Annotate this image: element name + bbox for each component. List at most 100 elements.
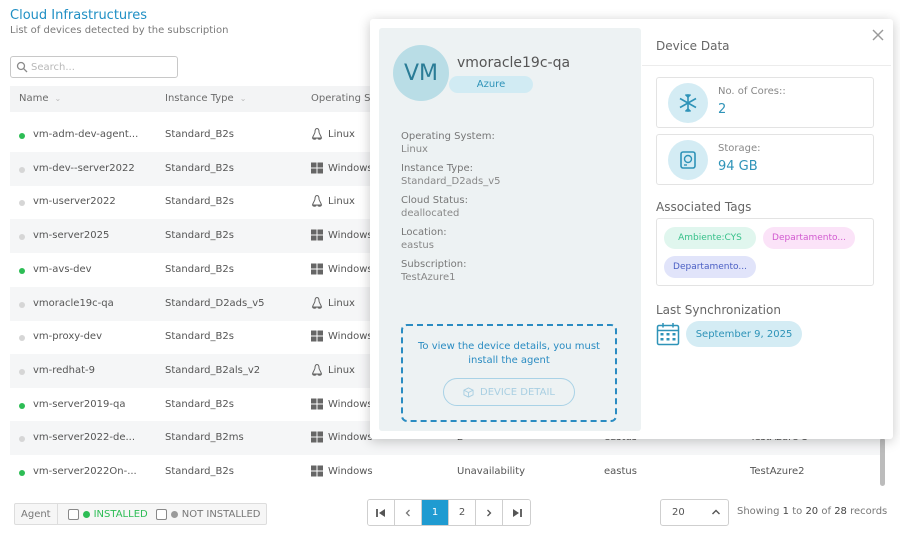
not-installed-checkbox[interactable]: [155, 508, 167, 520]
detail-subscription: Subscription: TestAzure1: [401, 259, 467, 283]
pagination: 1 2: [367, 499, 531, 526]
column-header-instance-type[interactable]: Instance Type ⌄: [165, 93, 246, 104]
divider: [642, 65, 891, 66]
cell-name: vm-dev--server2022: [33, 162, 135, 174]
not-installed-label: NOT INSTALLED: [181, 508, 261, 520]
cell-operating-system: Linux: [328, 129, 355, 140]
device-data-title: Device Data: [656, 39, 730, 53]
agent-status-dot: [19, 301, 25, 308]
cell-instance-type: Standard_B2ms: [165, 432, 244, 444]
records-summary: Showing 1 to 20 of 28 records: [737, 506, 888, 517]
cell-operating-system: Linux: [328, 196, 355, 208]
not-installed-status-dot: [170, 510, 178, 518]
cell-name: vm-server2025: [33, 230, 110, 242]
page-1-button[interactable]: 1: [422, 500, 449, 525]
calendar-icon: [656, 323, 680, 346]
windows-icon: [310, 464, 324, 478]
installed-checkbox[interactable]: [67, 508, 79, 520]
last-sync-date: September 9, 2025: [686, 321, 802, 347]
cell-status: Unavailability: [457, 466, 526, 477]
device-summary-card: VM vmoracle19c-qa Azure Operating System…: [379, 28, 641, 431]
last-sync-title: Last Synchronization: [656, 303, 781, 317]
agent-filter-label: Agent: [15, 504, 58, 524]
linux-icon: [310, 194, 324, 208]
cell-name: vm-proxy-dev: [33, 331, 103, 343]
cell-instance-type: Standard_D2ads_v5: [165, 297, 265, 309]
chevron-left-icon: [405, 509, 410, 516]
cell-instance-type: Standard_B2s: [165, 263, 234, 275]
cell-subscription: TestAzure2: [750, 466, 805, 477]
search-box[interactable]: [10, 56, 178, 78]
storage-value: 94 GB: [718, 159, 758, 174]
device-detail-button[interactable]: DEVICE DETAIL: [443, 378, 575, 406]
first-page-button[interactable]: [368, 500, 395, 525]
windows-icon: [310, 161, 324, 175]
first-page-icon: [376, 508, 385, 517]
page-2-button[interactable]: 2: [449, 500, 476, 525]
agent-status-dot: [19, 234, 25, 241]
page-size-select[interactable]: 20: [660, 499, 729, 526]
page-subtitle: List of devices detected by the subscrip…: [10, 25, 229, 36]
cell-operating-system: Windows: [328, 230, 373, 242]
column-header-name[interactable]: Name ⌄: [19, 93, 61, 104]
tag-chip[interactable]: Ambiente:CYS: [664, 227, 756, 249]
device-detail-popup: VM vmoracle19c-qa Azure Operating System…: [370, 19, 893, 439]
search-input[interactable]: [31, 59, 171, 75]
detail-location: Location: eastus: [401, 227, 447, 251]
cell-name: vm-server2022-de...: [33, 432, 136, 444]
cell-operating-system: Linux: [328, 364, 355, 376]
install-agent-box: To view the device details, you must ins…: [401, 324, 617, 422]
tag-chip[interactable]: Departamento...: [763, 227, 855, 249]
cell-name: vm-avs-dev: [33, 263, 92, 275]
device-name: vmoracle19c-qa: [457, 55, 571, 71]
cube-icon: [463, 386, 474, 398]
cell-instance-type: Standard_B2als_v2: [165, 364, 261, 376]
column-header-operating-system[interactable]: Operating Sy: [311, 93, 376, 104]
windows-icon: [310, 397, 324, 411]
windows-icon: [310, 430, 324, 444]
agent-status-dot: [19, 335, 25, 342]
agent-filter: Agent INSTALLED NOT INSTALLED: [14, 503, 268, 525]
previous-page-button[interactable]: [395, 500, 422, 525]
cell-instance-type: Standard_B2s: [165, 398, 234, 410]
provider-badge: Azure: [449, 76, 533, 93]
last-page-button[interactable]: [503, 500, 530, 525]
cell-name: vm-server2019-qa: [33, 398, 126, 410]
cell-instance-type: Standard_B2s: [165, 331, 234, 343]
detail-cloud-status: Cloud Status: deallocated: [401, 195, 468, 219]
agent-status-dot: [19, 368, 25, 375]
agent-status-dot: [19, 402, 25, 409]
windows-icon: [310, 329, 324, 343]
cell-operating-system: Windows: [328, 263, 373, 275]
storage-card: Storage: 94 GB: [656, 134, 874, 185]
next-page-button[interactable]: [476, 500, 503, 525]
chevron-up-icon: [712, 509, 720, 515]
detail-instance-type: Instance Type: Standard_D2ads_v5: [401, 163, 501, 187]
cores-card: No. of Cores:: 2: [656, 77, 874, 128]
tag-chip[interactable]: Departamento...: [664, 256, 756, 278]
cell-operating-system: Windows: [328, 432, 373, 444]
agent-status-dot: [19, 267, 25, 274]
windows-icon: [310, 262, 324, 276]
cell-name: vm-adm-dev-agent...: [33, 129, 139, 140]
agent-status-dot: [19, 200, 25, 207]
cores-label: No. of Cores::: [718, 86, 786, 97]
cell-location: eastus: [604, 466, 637, 477]
cell-operating-system: Windows: [328, 398, 373, 410]
install-agent-message: To view the device details, you must ins…: [418, 341, 600, 366]
scrollbar-thumb[interactable]: [880, 438, 885, 486]
cell-instance-type: Standard_B2s: [165, 230, 234, 242]
table-row[interactable]: vm-server2022On-... Standard_B2s Windows Un…: [10, 455, 882, 489]
close-icon[interactable]: [870, 27, 886, 43]
storage-label: Storage:: [718, 143, 761, 154]
cell-operating-system: Windows: [328, 162, 373, 174]
cell-name: vmoracle19c-qa: [33, 297, 114, 309]
cell-name: vm-server2022On-...: [33, 466, 137, 477]
cell-instance-type: Standard_B2s: [165, 129, 234, 140]
installed-label: INSTALLED: [93, 508, 148, 520]
tags-card: Ambiente:CYS Departamento... Departament…: [656, 218, 874, 286]
windows-icon: [310, 228, 324, 242]
cell-operating-system: Linux: [328, 297, 355, 309]
detail-operating-system: Operating System: Linux: [401, 131, 495, 155]
page-title: Cloud Infrastructures: [10, 8, 147, 23]
